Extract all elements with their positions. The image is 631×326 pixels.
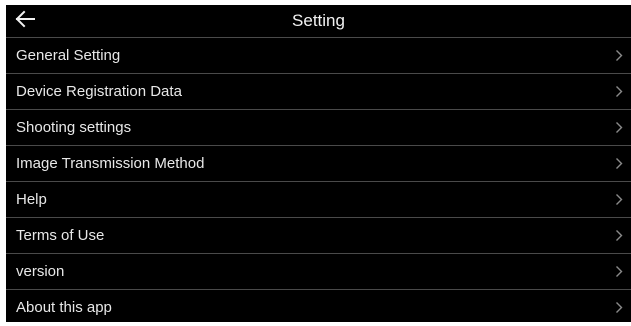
menu-item-label: About this app <box>16 299 112 316</box>
menu-item-label: version <box>16 263 65 280</box>
arrow-left-icon <box>14 10 36 33</box>
chevron-right-icon <box>615 49 623 62</box>
chevron-right-icon <box>615 121 623 134</box>
menu-item-general-setting[interactable]: General Setting <box>6 38 631 74</box>
menu-item-help[interactable]: Help <box>6 182 631 218</box>
menu-item-label: Terms of Use <box>16 227 105 244</box>
menu-item-terms-of-use[interactable]: Terms of Use <box>6 218 631 254</box>
menu-item-label: Help <box>16 191 47 208</box>
settings-screen: Setting General Setting Device Registrat… <box>6 5 631 322</box>
chevron-right-icon <box>615 193 623 206</box>
menu-item-shooting-settings[interactable]: Shooting settings <box>6 110 631 146</box>
chevron-right-icon <box>615 85 623 98</box>
menu-item-label: Device Registration Data <box>16 83 182 100</box>
menu-item-image-transmission-method[interactable]: Image Transmission Method <box>6 146 631 182</box>
top-app-bar: Setting <box>6 5 631 38</box>
page-title: Setting <box>292 11 345 30</box>
menu-item-version[interactable]: version <box>6 254 631 290</box>
settings-list: General Setting Device Registration Data… <box>6 38 631 326</box>
chevron-right-icon <box>615 157 623 170</box>
chevron-right-icon <box>615 265 623 278</box>
menu-item-label: Shooting settings <box>16 119 132 136</box>
menu-item-about-this-app[interactable]: About this app <box>6 290 631 326</box>
menu-item-label: General Setting <box>16 47 121 64</box>
chevron-right-icon <box>615 229 623 242</box>
menu-item-label: Image Transmission Method <box>16 155 205 172</box>
chevron-right-icon <box>615 301 623 314</box>
menu-item-device-registration-data[interactable]: Device Registration Data <box>6 74 631 110</box>
back-button[interactable] <box>6 5 44 37</box>
